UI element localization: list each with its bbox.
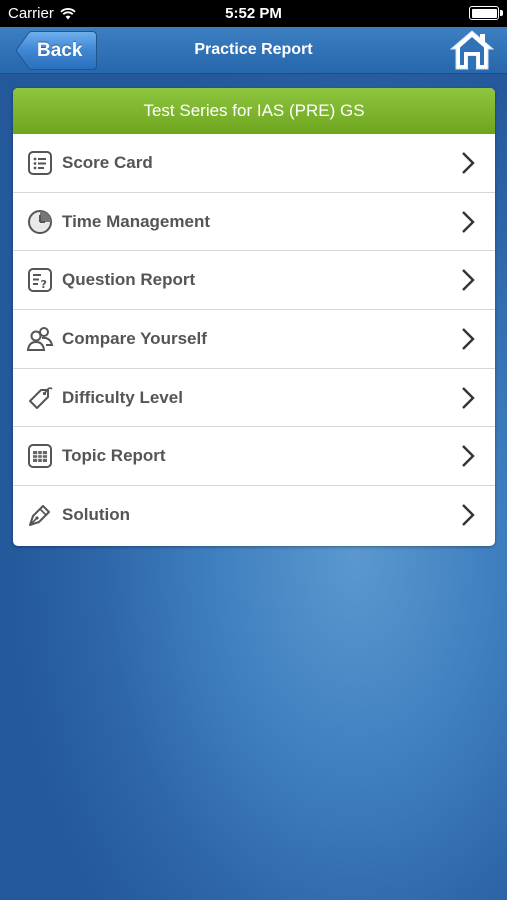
menu-item-topic-report[interactable]: Topic Report bbox=[13, 427, 495, 487]
menu-item-label: Compare Yourself bbox=[62, 328, 207, 348]
tag-icon bbox=[29, 386, 53, 409]
pen-icon bbox=[29, 505, 50, 527]
menu-item-score-card[interactable]: Score Card bbox=[13, 134, 495, 193]
score-card-icon bbox=[28, 150, 52, 175]
menu-item-label: Question Report bbox=[62, 270, 196, 290]
menu-item-question-report[interactable]: ? Question Report bbox=[13, 251, 495, 311]
menu-item-time-management[interactable]: Time Management bbox=[13, 193, 495, 252]
chevron-right-icon bbox=[462, 210, 475, 233]
chevron-right-icon bbox=[462, 151, 475, 174]
chevron-right-icon bbox=[462, 445, 475, 468]
menu-item-solution[interactable]: Solution bbox=[13, 486, 495, 545]
chevron-right-icon bbox=[462, 386, 475, 409]
home-icon bbox=[449, 30, 495, 70]
menu-item-label: Time Management bbox=[62, 211, 211, 231]
question-report-icon: ? bbox=[28, 268, 52, 293]
battery-icon bbox=[469, 6, 503, 20]
status-bar: Carrier 5:52 PM bbox=[0, 0, 507, 27]
menu-item-label: Topic Report bbox=[62, 446, 166, 466]
page-title: Practice Report bbox=[194, 41, 313, 58]
chevron-right-icon bbox=[462, 269, 475, 292]
clock-icon bbox=[28, 209, 52, 234]
chevron-right-icon bbox=[462, 328, 475, 350]
menu-item-label: Difficulty Level bbox=[62, 387, 183, 407]
topic-table-icon bbox=[28, 444, 52, 469]
menu-item-compare-yourself[interactable]: Compare Yourself bbox=[13, 310, 495, 369]
back-button[interactable]: Back bbox=[15, 31, 97, 70]
report-card: Test Series for IAS (PRE) GS Score Card … bbox=[13, 88, 495, 546]
home-button[interactable] bbox=[449, 28, 495, 72]
svg-text:?: ? bbox=[41, 278, 47, 291]
back-label: Back bbox=[37, 40, 83, 61]
chevron-right-icon bbox=[462, 504, 475, 527]
menu-item-label: Solution bbox=[62, 505, 130, 525]
menu-item-difficulty-level[interactable]: Difficulty Level bbox=[13, 369, 495, 428]
status-time: 5:52 PM bbox=[225, 5, 282, 22]
compare-people-icon bbox=[26, 326, 54, 351]
navigation-bar: Back Practice Report bbox=[0, 27, 507, 74]
test-series-header: Test Series for IAS (PRE) GS bbox=[13, 88, 495, 134]
menu-item-label: Score Card bbox=[62, 152, 153, 172]
